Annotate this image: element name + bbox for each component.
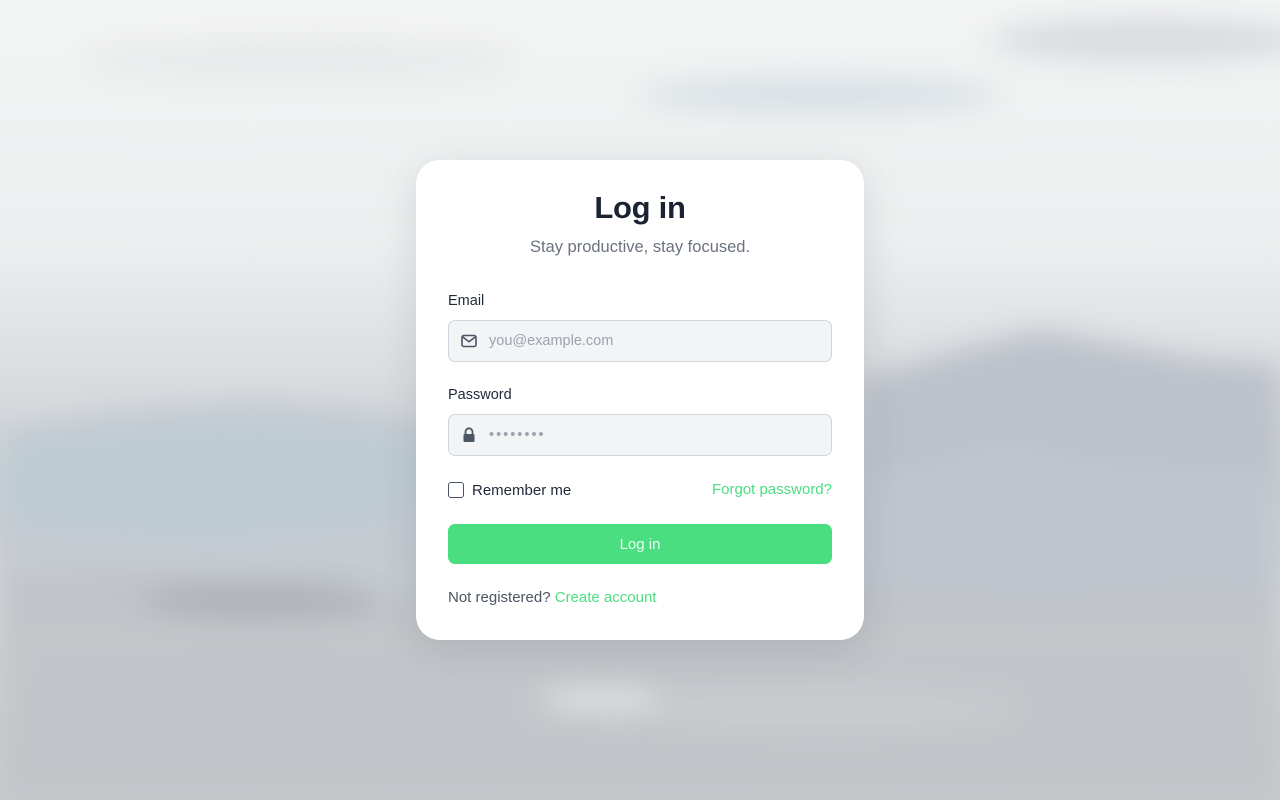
password-input[interactable] <box>489 415 825 455</box>
email-field-wrapper <box>448 320 832 362</box>
create-account-link[interactable]: Create account <box>555 589 657 606</box>
login-card: Log in Stay productive, stay focused. Em… <box>416 160 864 640</box>
not-registered-text: Not registered? <box>448 589 551 606</box>
password-field-wrapper <box>448 414 832 456</box>
lock-icon <box>463 427 475 442</box>
password-label: Password <box>448 387 512 403</box>
remember-me-label[interactable]: Remember me <box>472 482 571 499</box>
signup-prompt: Not registered? Create account <box>448 589 656 606</box>
envelope-icon <box>461 334 477 348</box>
page-title: Log in <box>594 190 686 225</box>
forgot-password-link[interactable]: Forgot password? <box>712 481 832 498</box>
email-input[interactable] <box>489 321 825 361</box>
login-button[interactable]: Log in <box>448 524 832 564</box>
remember-me-row: Remember me <box>448 482 571 499</box>
page-subtitle: Stay productive, stay focused. <box>529 238 751 256</box>
remember-me-checkbox[interactable] <box>448 482 464 498</box>
email-label: Email <box>448 293 485 309</box>
